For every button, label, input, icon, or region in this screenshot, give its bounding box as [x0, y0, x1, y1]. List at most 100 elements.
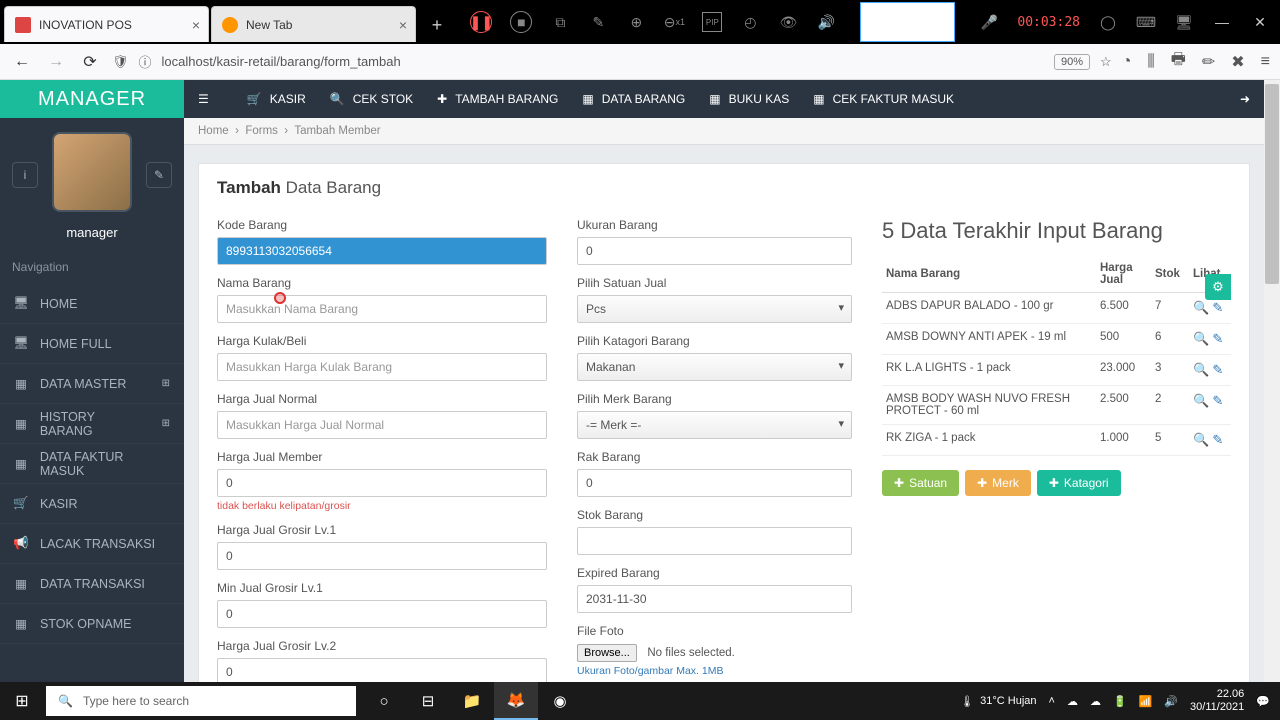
library-icon[interactable]: ⫼: [1147, 53, 1154, 71]
hmember-input[interactable]: [217, 469, 547, 497]
sidebar-item[interactable]: 🖥HOME: [0, 284, 184, 324]
sidebar-item[interactable]: ▦DATA FAKTUR MASUK: [0, 444, 184, 484]
sidebar-item[interactable]: ▦STOK OPNAME: [0, 604, 184, 644]
hjual-input[interactable]: [217, 411, 547, 439]
taskbar-search[interactable]: 🔍 Type here to search: [46, 686, 356, 716]
sidebar-item[interactable]: 🛒KASIR: [0, 484, 184, 524]
hgrosir2-input[interactable]: [217, 658, 547, 682]
ukuran-input[interactable]: [577, 237, 852, 265]
volume-icon[interactable]: 🔊: [816, 12, 836, 32]
edit-icon[interactable]: ✎: [1212, 300, 1223, 315]
recording-thumbnail[interactable]: [860, 2, 955, 42]
stok-input[interactable]: [577, 527, 852, 555]
topbar-item[interactable]: ▦DATA BARANG: [570, 80, 697, 118]
minimize-button[interactable]: —: [1212, 14, 1232, 30]
nama-input[interactable]: [217, 295, 547, 323]
view-icon[interactable]: 🔍: [1193, 331, 1209, 346]
add-merk-button[interactable]: ✚ Merk: [965, 470, 1031, 496]
topbar-item[interactable]: ▦BUKU KAS: [697, 80, 801, 118]
browse-button[interactable]: Browse...: [577, 644, 637, 662]
profile-edit-button[interactable]: ✎: [146, 162, 172, 188]
pocket-icon[interactable]: ◔: [1122, 53, 1132, 71]
zoom-in-icon[interactable]: ⊕: [626, 12, 646, 32]
forward-button[interactable]: →: [44, 50, 68, 74]
merk-select[interactable]: [577, 411, 852, 439]
eye-icon[interactable]: 👁: [778, 12, 798, 32]
close-icon[interactable]: ×: [192, 17, 200, 33]
circle-icon[interactable]: ◯: [1098, 12, 1118, 32]
stop-icon[interactable]: ■: [510, 11, 532, 33]
weather-widget[interactable]: 🌡 31°C Hujan: [960, 695, 1036, 708]
crumb-home[interactable]: Home: [198, 125, 229, 137]
mingrosir1-input[interactable]: [217, 600, 547, 628]
rak-input[interactable]: [577, 469, 852, 497]
add-satuan-button[interactable]: ✚ Satuan: [882, 470, 959, 496]
edit-icon[interactable]: ✎: [1212, 331, 1223, 346]
app-icon[interactable]: ◉: [538, 682, 582, 720]
sidebar-item[interactable]: 🖥HOME FULL: [0, 324, 184, 364]
logout-icon[interactable]: ➜: [1240, 92, 1250, 106]
onedrive2-icon[interactable]: ☁: [1090, 695, 1101, 708]
ext-icon[interactable]: ✏: [1202, 52, 1215, 72]
clock[interactable]: 22.06 30/11/2021: [1190, 688, 1244, 714]
timer-icon[interactable]: ◴: [740, 12, 760, 32]
chevron-up-icon[interactable]: ˄: [1049, 695, 1055, 707]
satuan-select[interactable]: [577, 295, 852, 323]
edit-icon[interactable]: ✎: [1212, 362, 1223, 377]
zoom-level[interactable]: 90%: [1054, 54, 1090, 70]
view-icon[interactable]: 🔍: [1193, 300, 1209, 315]
hkulak-input[interactable]: [217, 353, 547, 381]
view-icon[interactable]: 🔍: [1193, 393, 1209, 408]
keyboard-icon[interactable]: ⌨: [1136, 12, 1156, 32]
sidebar-item[interactable]: ▦HISTORY BARANG⊞: [0, 404, 184, 444]
topbar-item[interactable]: 🛒KASIR: [235, 80, 318, 118]
reload-button[interactable]: ⟳: [78, 50, 102, 74]
crumb-forms[interactable]: Forms: [245, 125, 278, 137]
cortana-icon[interactable]: ○: [362, 682, 406, 720]
sidebar-item[interactable]: ▦DATA MASTER⊞: [0, 364, 184, 404]
add-kategori-button[interactable]: ✚ Katagori: [1037, 470, 1121, 496]
close-icon[interactable]: ×: [399, 17, 407, 33]
taskview-icon[interactable]: ⊟: [406, 682, 450, 720]
screenshot-icon[interactable]: ⧉: [550, 12, 570, 32]
edit-icon[interactable]: ✎: [1212, 432, 1223, 447]
zoom-out-icon[interactable]: ⊖x1: [664, 12, 684, 32]
topbar-item[interactable]: 🔍CEK STOK: [318, 80, 425, 118]
kode-input[interactable]: [217, 237, 547, 265]
shield-icon[interactable]: 🛡: [112, 54, 129, 70]
display-icon[interactable]: 🖥: [1174, 12, 1194, 32]
sidebar-item[interactable]: 📢LACAK TRANSAKSI: [0, 524, 184, 564]
pen-icon[interactable]: ✎: [588, 12, 608, 32]
start-button[interactable]: ⊞: [0, 682, 44, 720]
mic-icon[interactable]: 🎤: [979, 12, 999, 32]
back-button[interactable]: ←: [10, 50, 34, 74]
view-icon[interactable]: 🔍: [1193, 432, 1209, 447]
sidebar-toggle-icon[interactable]: ☰: [198, 92, 209, 106]
notifications-icon[interactable]: 💬: [1256, 695, 1270, 708]
profile-info-button[interactable]: i: [12, 162, 38, 188]
browser-tab[interactable]: New Tab ×: [211, 6, 416, 42]
close-button[interactable]: ✕: [1250, 14, 1270, 31]
new-tab-button[interactable]: +: [422, 10, 452, 40]
info-icon[interactable]: ⓘ: [139, 52, 152, 71]
onedrive-icon[interactable]: ☁: [1067, 695, 1078, 708]
url-field[interactable]: 🛡 ⓘ localhost/kasir-retail/barang/form_t…: [112, 52, 1112, 71]
topbar-item[interactable]: ✚TAMBAH BARANG: [425, 80, 570, 118]
firefox-icon[interactable]: 🦊: [494, 682, 538, 720]
hgrosir1-input[interactable]: [217, 542, 547, 570]
scrollbar[interactable]: [1264, 80, 1280, 682]
gear-tab[interactable]: ⚙: [1205, 274, 1231, 300]
wifi-icon[interactable]: 📶: [1139, 695, 1153, 708]
explorer-icon[interactable]: 📁: [450, 682, 494, 720]
volume-tray-icon[interactable]: 🔊: [1164, 695, 1178, 708]
view-icon[interactable]: 🔍: [1193, 362, 1209, 377]
pip-icon[interactable]: PIP: [702, 12, 722, 32]
star-icon[interactable]: ☆: [1100, 54, 1112, 70]
menu-icon[interactable]: ≡: [1261, 53, 1270, 71]
print-icon[interactable]: 🖶: [1171, 48, 1186, 75]
topbar-item[interactable]: ▦CEK FAKTUR MASUK: [801, 80, 966, 118]
kategori-select[interactable]: [577, 353, 852, 381]
pause-icon[interactable]: ❚❚: [470, 11, 492, 33]
expired-input[interactable]: [577, 585, 852, 613]
sidebar-item[interactable]: ▦DATA TRANSAKSI: [0, 564, 184, 604]
